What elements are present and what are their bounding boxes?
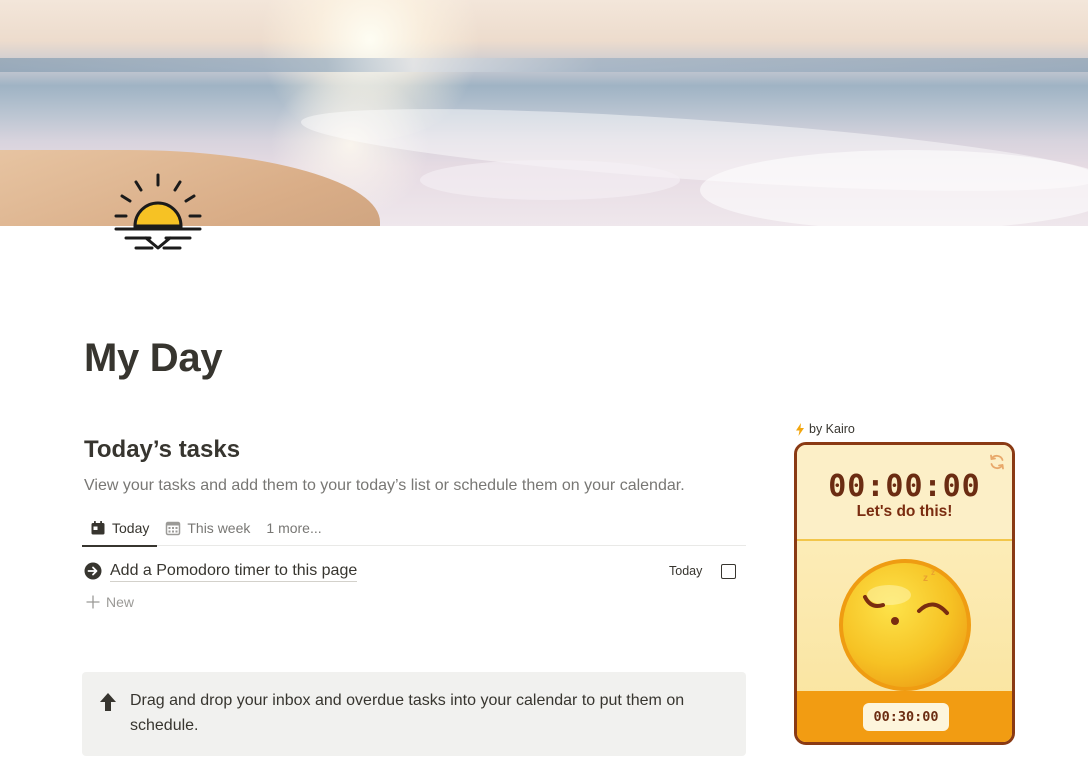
svg-text:z: z xyxy=(923,573,928,584)
cover-wave xyxy=(420,160,680,200)
tab-more[interactable]: 1 more... xyxy=(258,510,329,546)
section-description: View your tasks and add them to your tod… xyxy=(84,477,685,494)
task-row[interactable]: Add a Pomodoro timer to this page Today xyxy=(84,558,746,584)
task-done-checkbox[interactable] xyxy=(721,563,736,579)
tab-label: 1 more... xyxy=(266,519,322,536)
lightning-icon xyxy=(796,422,804,436)
cover-horizon xyxy=(0,58,1088,72)
page-title[interactable]: My Day xyxy=(84,336,223,381)
tab-label: This week xyxy=(187,519,251,536)
tab-this-week[interactable]: This week xyxy=(157,510,258,546)
timer-motto: Let's do this! xyxy=(856,503,953,520)
section-heading: Today’s tasks xyxy=(84,436,241,463)
callout: Drag and drop your inbox and overdue tas… xyxy=(82,672,746,756)
new-task-label: New xyxy=(106,594,135,610)
widget-header: 00:00:00 Let's do this! xyxy=(797,445,1012,541)
duration-button[interactable]: 00:30:00 xyxy=(863,703,949,731)
timer-display: 00:00:00 xyxy=(828,469,981,504)
task-title[interactable]: Add a Pomodoro timer to this page xyxy=(110,561,358,582)
callout-text: Drag and drop your inbox and overdue tas… xyxy=(130,692,685,734)
cover-wave xyxy=(700,150,1088,226)
sleeping-face-icon: z z xyxy=(839,559,971,691)
task-due-date: Today xyxy=(669,564,703,578)
calendar-icon xyxy=(91,520,105,534)
widget-credit-label: by Kairo xyxy=(809,422,855,436)
widget-credit[interactable]: by Kairo xyxy=(795,422,855,436)
widget-footer: 00:30:00 xyxy=(797,691,1012,742)
arrow-circle-icon xyxy=(84,562,102,580)
sunrise-icon[interactable] xyxy=(112,172,204,256)
new-task-button[interactable]: New xyxy=(86,594,134,610)
plus-icon xyxy=(86,595,100,609)
calendar-grid-icon xyxy=(166,521,181,535)
arrow-up-icon xyxy=(100,693,116,711)
pomodoro-widget: 00:00:00 Let's do this! z z 00:30:00 xyxy=(794,442,1015,745)
svg-text:z: z xyxy=(931,568,935,577)
view-tabs: Today This week 1 more... xyxy=(82,510,746,547)
tab-today[interactable]: Today xyxy=(82,510,158,547)
tab-label: Today xyxy=(112,519,150,536)
